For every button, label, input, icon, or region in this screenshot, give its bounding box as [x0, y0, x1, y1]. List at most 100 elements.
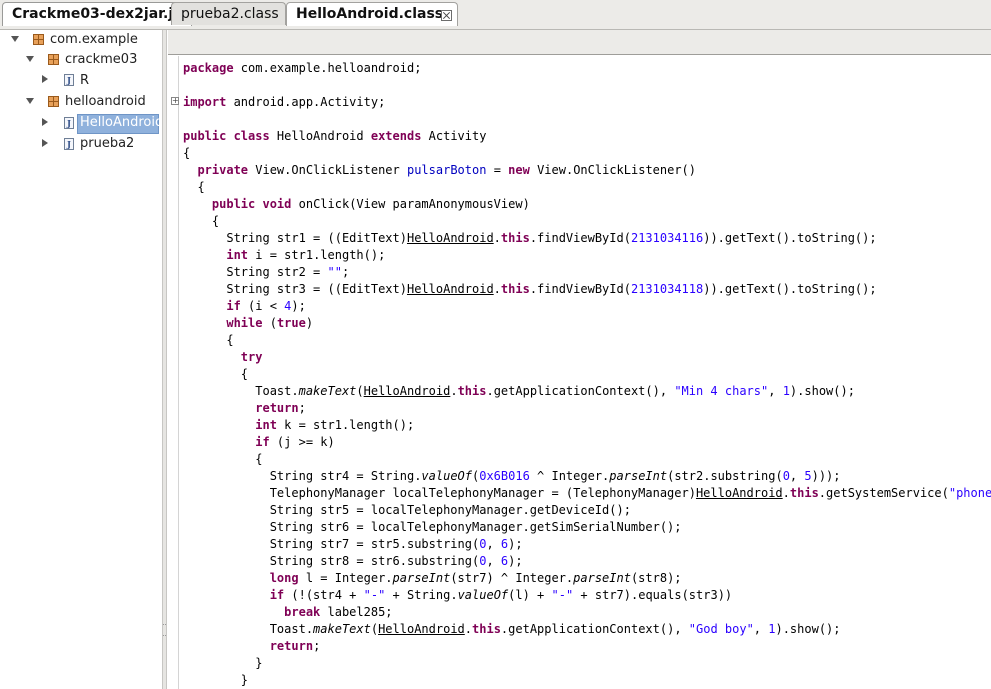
- code-token: );: [291, 299, 306, 313]
- code-token: ;: [341, 265, 350, 279]
- code-token: "Min 4 chars": [674, 384, 769, 398]
- tab-helloandroid-class[interactable]: HelloAndroid.class: [286, 2, 458, 26]
- code-line: return;: [183, 639, 321, 653]
- code-token: .getApplicationContext(),: [486, 384, 675, 398]
- code-token: l = Integer.: [298, 571, 393, 585]
- code-line: {: [183, 367, 248, 381]
- code-token: parseInt: [392, 571, 451, 585]
- code-token: while: [226, 316, 263, 330]
- code-token: public void: [211, 197, 292, 211]
- code-line: String str3 = ((EditText)HelloAndroid.th…: [183, 282, 877, 296]
- code-line: public void onClick(View paramAnonymousV…: [183, 197, 530, 211]
- code-token: valueOf: [421, 469, 472, 483]
- expand-arrow-icon[interactable]: [26, 56, 34, 62]
- code-token: com.example.helloandroid;: [233, 61, 422, 75]
- tab-prueba2-class[interactable]: prueba2.class: [171, 2, 286, 25]
- code-token: break: [284, 605, 321, 619]
- code-token: package: [183, 61, 234, 75]
- code-token: 0: [782, 469, 790, 483]
- code-token: .getSystemService(: [818, 486, 949, 500]
- code-line: try: [183, 350, 263, 364]
- expand-arrow-icon[interactable]: [26, 98, 34, 104]
- code-line: Toast.makeText(HelloAndroid.this.getAppl…: [183, 622, 841, 636]
- code-token: parseInt: [573, 571, 631, 585]
- code-token: int: [255, 418, 277, 432]
- code-token: View.OnClickListener(): [529, 163, 697, 177]
- code-line: String str1 = ((EditText)HelloAndroid.th…: [183, 231, 877, 245]
- code-token: {: [183, 180, 205, 194]
- tree-item-helloandroid[interactable]: helloandroid: [65, 93, 146, 111]
- code-line: String str2 = "";: [183, 265, 349, 279]
- code-token: ;: [298, 401, 306, 415]
- code-token: )));: [811, 469, 841, 483]
- code-token: }: [183, 656, 263, 670]
- package-tree: com.example crackme03 J R helloandroid J…: [0, 30, 163, 689]
- code-token: return: [269, 639, 314, 653]
- collapse-arrow-icon[interactable]: [42, 118, 48, 126]
- code-token: .findViewById(: [529, 231, 631, 245]
- collapse-arrow-icon[interactable]: [42, 75, 48, 83]
- code-token: ,: [768, 384, 783, 398]
- code-line: }: [183, 673, 248, 687]
- code-token: =: [486, 163, 509, 177]
- file-tab[interactable]: Crackme03-dex2jar.jar: [2, 2, 192, 26]
- code-line: if (j >= k): [183, 435, 334, 449]
- package-icon: [48, 54, 59, 65]
- code-token: )).getText().toString();: [703, 282, 877, 296]
- code-token: HelloAndroid: [406, 231, 494, 245]
- code-token: (i <: [240, 299, 285, 313]
- code-token: valueOf: [457, 588, 509, 602]
- code-token: pulsarBoton: [406, 163, 487, 177]
- code-token: HelloAndroid: [378, 622, 465, 636]
- code-token: )).getText().toString();: [703, 231, 877, 245]
- close-tab-icon[interactable]: [441, 10, 452, 21]
- code-line: String str5 = localTelephonyManager.getD…: [183, 503, 631, 517]
- code-token: (l) +: [508, 588, 552, 602]
- code-token: 5: [804, 469, 812, 483]
- expand-arrow-icon[interactable]: [11, 36, 19, 42]
- code-token: HelloAndroid: [363, 384, 451, 398]
- code-line: while (true): [183, 316, 313, 330]
- code-token: ,: [753, 622, 769, 636]
- code-token: (str7) ^ Integer.: [450, 571, 574, 585]
- code-token: int: [226, 248, 249, 262]
- fold-expand-icon[interactable]: +: [171, 97, 179, 105]
- collapse-arrow-icon[interactable]: [42, 139, 48, 147]
- code-token: String str1 = ((EditText): [183, 231, 407, 245]
- pane-splitter[interactable]: [162, 30, 167, 689]
- code-token: private: [197, 163, 249, 177]
- splitter-grip-icon[interactable]: [163, 624, 166, 636]
- code-token: .findViewById(: [529, 282, 631, 296]
- tree-item-r[interactable]: R: [80, 72, 89, 90]
- code-token: + str7).equals(str3)): [573, 588, 733, 602]
- code-token: if: [226, 299, 241, 313]
- source-code[interactable]: package com.example.helloandroid; import…: [183, 60, 991, 689]
- code-token: new: [508, 163, 530, 177]
- tree-item-helloandroid-class[interactable]: HelloAndroid: [80, 114, 163, 132]
- code-token: String str7 = str5.substring(: [183, 537, 480, 551]
- code-token: ,: [789, 469, 805, 483]
- code-line: package com.example.helloandroid;: [183, 61, 421, 75]
- tree-item-prueba2[interactable]: prueba2: [80, 135, 134, 153]
- code-token: (str8);: [630, 571, 682, 585]
- code-token: this: [789, 486, 819, 500]
- code-token: String str5 = localTelephonyManager.getD…: [183, 503, 631, 517]
- file-tab-bar: Crackme03-dex2jar.jar: [0, 0, 991, 30]
- code-token: makeText: [298, 384, 357, 398]
- code-line: String str6 = localTelephonyManager.getS…: [183, 520, 682, 534]
- code-line: String str4 = String.valueOf(0x6B016 ^ I…: [183, 469, 841, 483]
- tree-item-crackme03[interactable]: crackme03: [65, 51, 137, 69]
- code-line: {: [183, 146, 190, 160]
- code-token: ).show();: [775, 622, 841, 636]
- code-token: "": [327, 265, 342, 279]
- package-icon: [48, 96, 59, 107]
- code-line: int i = str1.length();: [183, 248, 385, 262]
- java-class-icon: J: [64, 138, 74, 150]
- tree-item-com-example[interactable]: com.example: [50, 31, 138, 49]
- code-line: {: [183, 214, 219, 228]
